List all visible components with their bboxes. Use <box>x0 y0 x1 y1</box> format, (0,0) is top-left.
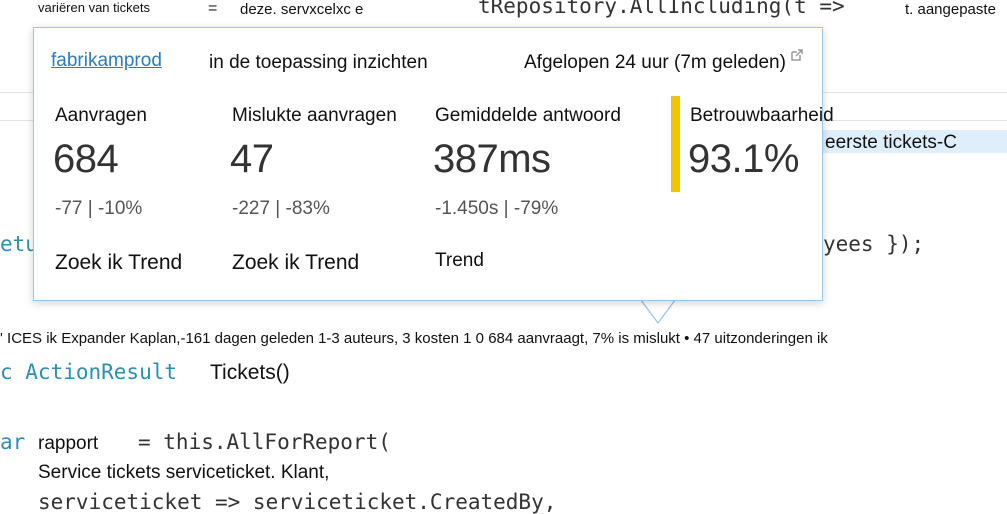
equals-operator: = <box>208 0 218 17</box>
metric-label: Aanvragen <box>55 105 147 126</box>
service-expression-label: deze. servxcelxc e <box>240 1 364 18</box>
service-tickets-line: Service tickets serviceticket. Klant, <box>38 462 330 483</box>
action-result-keyword: c ActionResult <box>0 360 178 384</box>
metric-label: Gemiddelde antwoord <box>435 105 621 126</box>
metric-label: Mislukte aanvragen <box>232 105 397 126</box>
all-for-report-text: = this.AllForReport( <box>138 430 391 454</box>
metric-value: 387ms <box>433 137 551 181</box>
metric-delta: -77 | -10% <box>55 198 143 219</box>
popup-pointer-fill <box>641 299 675 322</box>
tickets-method-name: Tickets() <box>210 361 290 384</box>
app-insights-popup: fabrikamprod in de toepassing inzichten … <box>33 27 834 301</box>
var-keyword-partial: ar <box>0 430 26 454</box>
report-variable: rapport <box>38 433 99 454</box>
time-range-label: Afgelopen 24 uur (7m geleden) <box>524 52 786 73</box>
trend-link[interactable]: Trend <box>435 250 484 272</box>
metric-delta: -227 | -83% <box>232 198 330 219</box>
app-name-link[interactable]: fabrikamprod <box>51 50 162 72</box>
reliability-status-bar <box>671 96 680 192</box>
external-link-icon[interactable] <box>790 48 804 62</box>
all-for-report-code: = this.AllForReport( <box>138 430 391 454</box>
search-trend-link[interactable]: Zoek ik Trend <box>55 251 182 275</box>
created-by-code: serviceticket => serviceticket.CreatedBy… <box>38 490 557 514</box>
codelens-info-line[interactable]: ' ICES ik Expander Kaplan,-161 dagen gel… <box>0 330 828 347</box>
metric-value: 684 <box>53 137 119 181</box>
popup-subtitle: in de toepassing inzichten <box>209 52 428 73</box>
metric-value: 93.1% <box>688 137 799 181</box>
metric-label: Betrouwbaarheid <box>690 105 834 126</box>
tickets-variable-label: variëren van tickets <box>38 0 150 15</box>
employees-code: yees }); <box>823 232 925 256</box>
repository-call-code: tRepository.AllIncluding(t => <box>478 0 845 18</box>
metric-delta: -1.450s | -79% <box>435 198 559 219</box>
search-trend-link[interactable]: Zoek ik Trend <box>232 251 359 275</box>
metric-value: 47 <box>230 137 274 181</box>
custom-label: t. aangepaste <box>905 1 996 18</box>
first-tickets-text: eerste tickets-C <box>825 132 957 153</box>
